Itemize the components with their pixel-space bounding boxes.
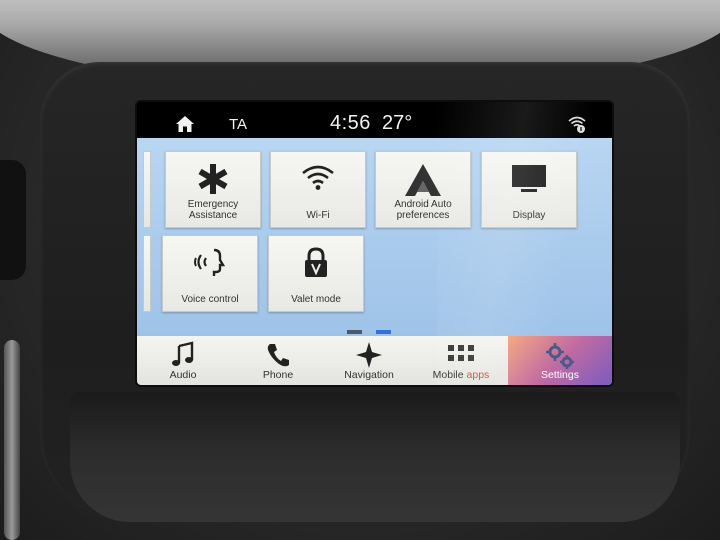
nav-label: Navigation — [344, 369, 394, 381]
page-dot-active[interactable] — [376, 330, 391, 334]
outside-temperature: 27° — [382, 112, 413, 134]
tile-label: Valet mode — [291, 294, 341, 305]
bottom-nav-bar: Audio Phone Navigation Mobile apps Setti… — [137, 335, 612, 385]
tile-voice-control[interactable]: Voice control — [162, 235, 258, 312]
nav-label: Phone — [262, 369, 294, 381]
compass-star-icon — [356, 342, 382, 368]
nav-settings[interactable]: Settings — [508, 336, 612, 385]
settings-panel: Emergency Assistance Wi-Fi Android Auto … — [137, 138, 612, 335]
nav-label: Mobile apps — [415, 369, 507, 381]
tile-android-auto-preferences[interactable]: Android Auto preferences — [375, 151, 471, 228]
page-dot[interactable] — [347, 330, 362, 334]
wifi-status-icon — [568, 116, 586, 133]
padlock-icon — [305, 247, 327, 277]
nav-label-accent: apps — [466, 369, 490, 381]
air-vent — [0, 160, 26, 280]
emergency-star-of-life-icon — [198, 164, 228, 194]
music-note-icon — [172, 341, 194, 366]
previous-page-tile-edge — [143, 151, 151, 228]
tile-label: Android Auto preferences — [394, 199, 452, 221]
apps-grid-icon — [448, 345, 474, 361]
nav-label: Settings — [541, 369, 579, 381]
nav-phone[interactable]: Phone — [232, 336, 324, 385]
monitor-icon — [512, 165, 546, 192]
nav-navigation[interactable]: Navigation — [323, 336, 415, 385]
phone-handset-icon — [267, 344, 289, 367]
tile-valet-mode[interactable]: Valet mode — [268, 235, 364, 312]
clock: 4:56 — [330, 112, 371, 134]
voice-control-icon — [194, 248, 226, 276]
wifi-icon — [302, 165, 334, 190]
tile-emergency-assistance[interactable]: Emergency Assistance — [165, 151, 261, 228]
infotainment-screen: TA 4:56 27° Emergency Assistance Wi-Fi A… — [137, 102, 612, 385]
status-bar: TA 4:56 27° — [137, 102, 612, 138]
home-icon[interactable] — [175, 115, 195, 133]
nav-mobile-apps[interactable]: Mobile apps — [415, 336, 507, 385]
android-auto-icon — [405, 164, 441, 196]
gears-icon — [546, 343, 574, 369]
chrome-trim — [4, 340, 20, 540]
tile-wifi[interactable]: Wi-Fi — [270, 151, 366, 228]
tile-label: Voice control — [181, 294, 239, 305]
nav-label: Audio — [169, 369, 197, 381]
tile-label: Display — [512, 210, 546, 221]
tile-label: Emergency Assistance — [187, 199, 239, 221]
tile-display[interactable]: Display — [481, 151, 577, 228]
previous-page-tile-edge — [143, 235, 151, 312]
status-label: TA — [229, 116, 248, 133]
nav-audio[interactable]: Audio — [137, 336, 229, 385]
dashboard-shelf — [70, 392, 680, 522]
tile-label: Wi-Fi — [306, 210, 330, 221]
nav-label-main: Mobile — [432, 369, 467, 381]
